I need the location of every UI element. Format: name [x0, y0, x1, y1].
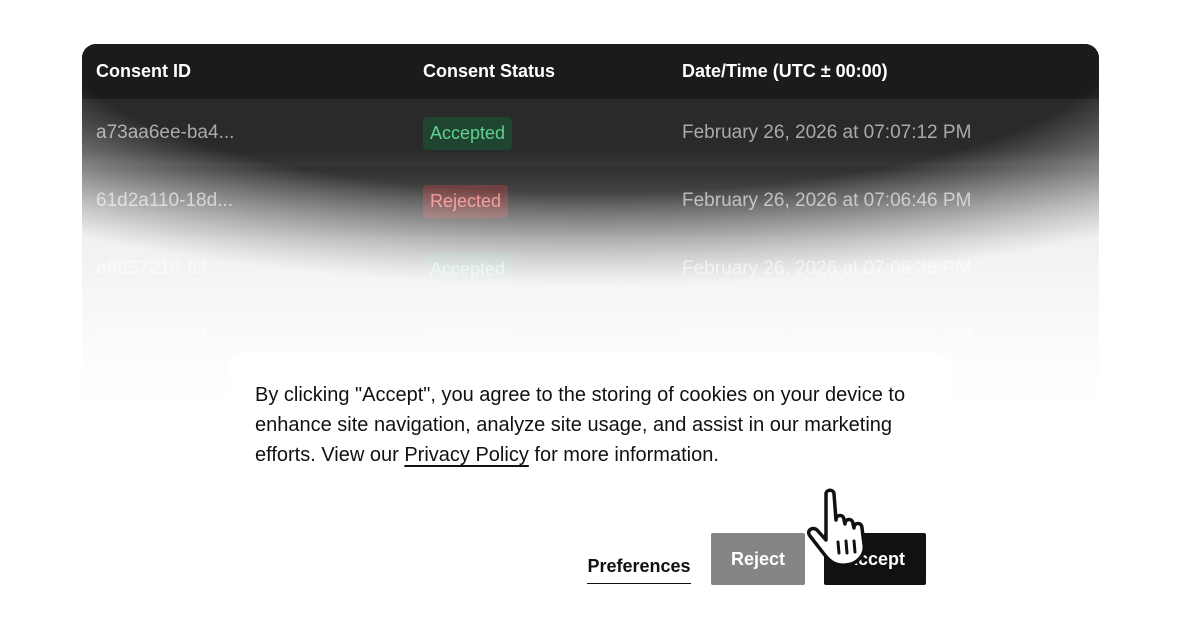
cookie-message-tail: for more information. [528, 444, 719, 466]
status-badge: Accepted [423, 117, 513, 150]
reject-button[interactable]: Reject [711, 533, 805, 585]
header-consent-status: Consent Status [423, 61, 556, 81]
datetime-cell: February 26, 2026 at 07:07:12 PM [682, 122, 972, 143]
datetime-cell: February 26, 2026 at 07:06:46 PM [682, 190, 972, 211]
datetime-cell: February 26, 2026 at 07:06:36 PM [682, 258, 972, 279]
consent-id-cell: a73aa6ee-ba4... [96, 122, 235, 143]
preferences-button[interactable]: Preferences [587, 548, 691, 584]
table-row: a73aa6ee-ba4... Accepted February 26, 2026… [82, 99, 1099, 167]
consent-id-cell: 61d2a110-18d... [96, 190, 233, 211]
privacy-policy-link[interactable]: Privacy Policy [404, 444, 528, 466]
table-row: 61d2a110-18d... Rejected February 26, 2026… [82, 167, 1099, 235]
datetime-cell: February 26, 2026 at 07:06:36 PM [682, 326, 972, 347]
status-badge: Accepted [423, 253, 513, 286]
status-badge: Accepted [423, 321, 513, 354]
consent-id-cell: e6857218-fcf... [96, 258, 223, 279]
table-header: Consent ID Consent Status Date/Time (UTC… [82, 44, 1099, 99]
table-row: e6857218-fcf... Accepted February 26, 2026… [82, 235, 1099, 303]
status-badge: Rejected [423, 185, 509, 218]
header-datetime: Date/Time (UTC ± 00:00) [682, 61, 888, 81]
hand-pointer-icon [806, 488, 867, 567]
header-consent-id: Consent ID [96, 61, 192, 81]
consent-id-cell: e6857218-fcf... [96, 326, 223, 347]
cookie-message: By clicking "Accept", you agree to the s… [255, 380, 925, 470]
